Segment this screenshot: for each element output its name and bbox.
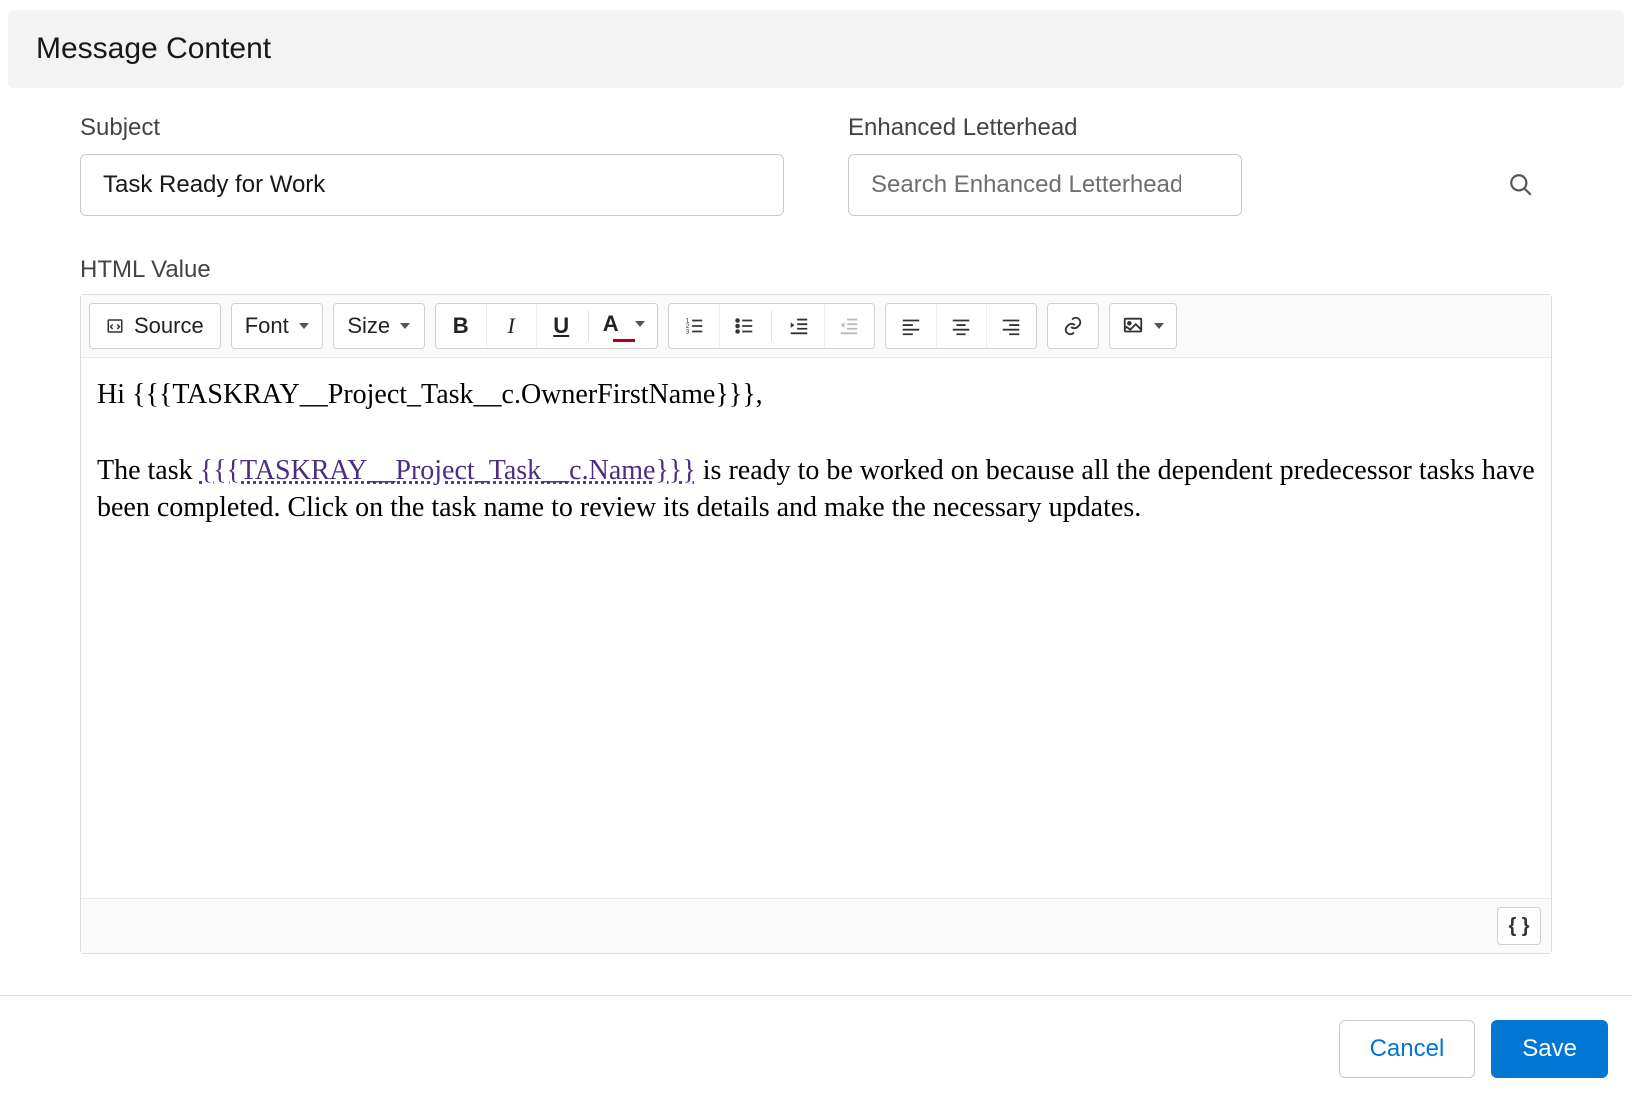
chevron-down-icon <box>299 323 309 329</box>
chevron-down-icon <box>1154 323 1164 329</box>
source-button[interactable]: Source <box>90 304 220 348</box>
page-footer: Cancel Save <box>0 995 1632 1102</box>
subject-input[interactable] <box>80 154 784 216</box>
font-color-dropdown[interactable]: A <box>591 304 657 348</box>
letterhead-search-input[interactable] <box>848 154 1242 216</box>
link-icon <box>1062 315 1084 337</box>
bullet-list-button[interactable] <box>719 304 769 348</box>
letterhead-label: Enhanced Letterhead <box>848 114 1552 142</box>
toolbar-group-link <box>1047 303 1099 349</box>
align-left-button[interactable] <box>886 304 936 348</box>
html-value-label: HTML Value <box>80 256 1552 284</box>
chevron-down-icon <box>635 321 645 327</box>
toolbar-separator <box>771 311 772 341</box>
task-name-merge-link[interactable]: {{{TASKRAY__Project_Task__c.Name}}} <box>200 455 696 486</box>
numbered-list-button[interactable]: 1 2 3 <box>669 304 719 348</box>
section-title: Message Content <box>36 32 1596 66</box>
toolbar-separator <box>588 311 589 341</box>
toolbar-group-size: Size <box>333 303 425 349</box>
toolbar-group-format: B I U A <box>435 303 658 349</box>
editor-body-pre: The task <box>97 455 200 486</box>
section-header: Message Content <box>8 10 1624 88</box>
editor-greeting-text: Hi {{{TASKRAY__Project_Task__c.OwnerFirs… <box>97 379 763 410</box>
svg-text:3: 3 <box>685 328 689 335</box>
bullet-list-icon <box>733 315 755 337</box>
bold-button[interactable]: B <box>436 304 486 348</box>
chevron-down-icon <box>400 323 410 329</box>
align-center-button[interactable] <box>936 304 986 348</box>
subject-label: Subject <box>80 114 784 142</box>
numbered-list-icon: 1 2 3 <box>683 315 705 337</box>
link-button[interactable] <box>1048 304 1098 348</box>
source-icon <box>106 317 124 335</box>
italic-button[interactable]: I <box>486 304 536 348</box>
cancel-button[interactable]: Cancel <box>1339 1020 1476 1078</box>
search-icon <box>1508 172 1534 198</box>
size-dropdown-label: Size <box>347 313 390 339</box>
outdent-icon <box>838 315 860 337</box>
toolbar-group-image <box>1109 303 1177 349</box>
align-right-icon <box>1000 315 1022 337</box>
indent-icon <box>788 315 810 337</box>
editor-toolbar: Source Font Size B I U <box>81 295 1551 358</box>
insert-merge-field-button[interactable]: { } <box>1497 907 1541 945</box>
subject-column: Subject <box>80 114 784 216</box>
toolbar-group-lists: 1 2 3 <box>668 303 875 349</box>
toolbar-group-font: Font <box>231 303 323 349</box>
align-center-icon <box>950 315 972 337</box>
editor-footer: { } <box>81 898 1551 953</box>
letterhead-column: Enhanced Letterhead <box>848 114 1552 216</box>
indent-button[interactable] <box>774 304 824 348</box>
toolbar-group-source: Source <box>89 303 221 349</box>
toolbar-group-align <box>885 303 1037 349</box>
save-button[interactable]: Save <box>1491 1020 1608 1078</box>
image-dropdown[interactable] <box>1110 304 1176 348</box>
editor-content-area[interactable]: Hi {{{TASKRAY__Project_Task__c.OwnerFirs… <box>81 358 1551 898</box>
source-button-label: Source <box>134 313 204 339</box>
size-dropdown[interactable]: Size <box>334 304 424 348</box>
image-icon <box>1122 315 1144 337</box>
font-dropdown[interactable]: Font <box>232 304 322 348</box>
outdent-button[interactable] <box>824 304 874 348</box>
form-row: Subject Enhanced Letterhead <box>0 88 1632 216</box>
font-dropdown-label: Font <box>245 313 289 339</box>
rich-text-editor: Source Font Size B I U <box>80 294 1552 954</box>
align-left-icon <box>900 315 922 337</box>
html-value-section: HTML Value Source Font <box>0 216 1632 954</box>
align-right-button[interactable] <box>986 304 1036 348</box>
font-color-swatch <box>613 339 635 342</box>
underline-button[interactable]: U <box>536 304 586 348</box>
